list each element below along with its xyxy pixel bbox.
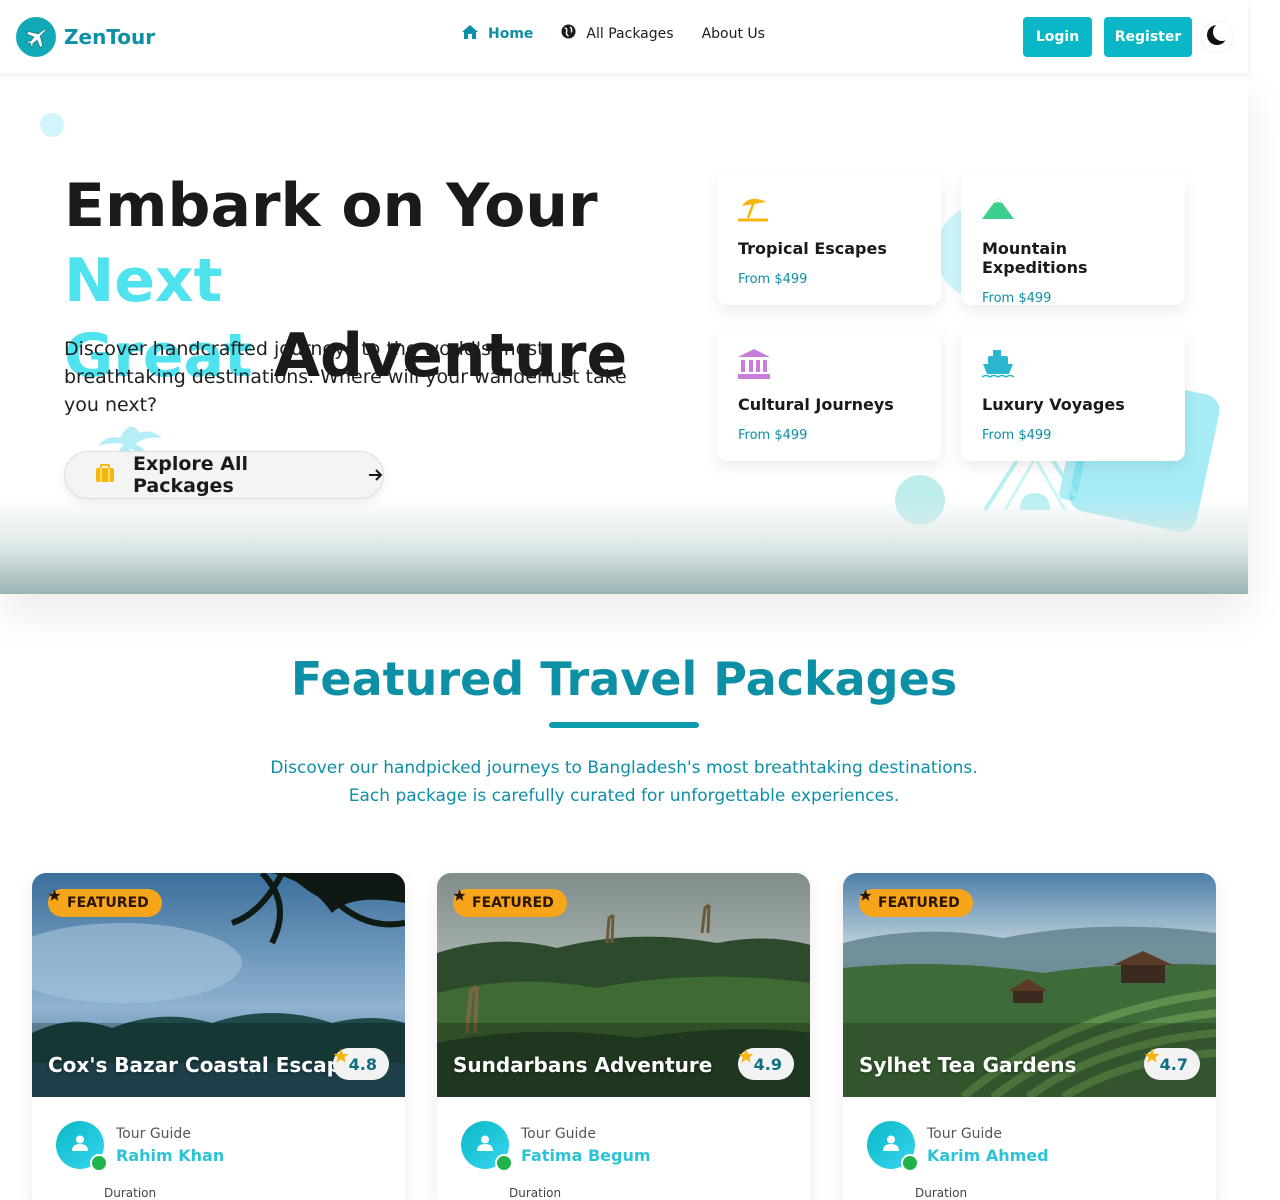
category-title: Mountain Expeditions (982, 239, 1088, 277)
theme-toggle-button[interactable] (1202, 22, 1232, 52)
hero-bottom-fade (0, 498, 1248, 594)
guide-label: Tour Guide (521, 1125, 596, 1142)
home-icon (462, 24, 478, 43)
decor-bubble (40, 113, 64, 137)
navbar: ZenTour Home All Packages About Us Login… (0, 0, 1248, 73)
package-card[interactable]: FEATURED Cox's Bazar Coastal Escape 4.8 … (32, 873, 405, 1200)
category-price: From $499 (738, 428, 808, 443)
package-image-beach: FEATURED Cox's Bazar Coastal Escape 4.8 (32, 873, 405, 1097)
description-line-2: Each package is carefully curated for un… (348, 786, 900, 806)
login-button[interactable]: Login (1023, 17, 1092, 57)
nav-home-label: Home (488, 25, 534, 42)
register-button[interactable]: Register (1104, 17, 1192, 57)
guide-label: Tour Guide (116, 1125, 191, 1142)
category-title: Cultural Journeys (738, 395, 894, 414)
rating-badge: 4.8 (332, 1048, 389, 1080)
rating-badge: 4.7 (1143, 1048, 1200, 1080)
category-price: From $499 (982, 291, 1052, 306)
explore-packages-label: Explore All Packages (133, 453, 249, 497)
globe-icon (561, 24, 576, 43)
nav-all-packages-label: All Packages (586, 25, 674, 42)
beach-umbrella-icon (738, 193, 920, 223)
category-card-mountain[interactable]: Mountain Expeditions From $499 (961, 173, 1185, 306)
guide-name[interactable]: Rahim Khan (116, 1146, 224, 1165)
duration-label: Duration (915, 1186, 968, 1200)
featured-section-description: Discover our handpicked journeys to Bang… (224, 754, 1024, 810)
user-icon (72, 1135, 88, 1155)
avatar (56, 1121, 108, 1172)
featured-badge: FEATURED (859, 889, 973, 917)
category-card-tropical[interactable]: Tropical Escapes From $499 (717, 173, 941, 305)
duration-label: Duration (509, 1186, 562, 1200)
description-line-1: Discover our handpicked journeys to Bang… (270, 758, 978, 778)
featured-badge-label: FEATURED (878, 895, 960, 911)
guide-name[interactable]: Fatima Begum (521, 1146, 651, 1165)
package-image-tea-gardens: FEATURED Sylhet Tea Gardens 4.7 (843, 873, 1216, 1097)
featured-section-title: Featured Travel Packages (290, 652, 958, 706)
nav-about-us-label: About Us (701, 25, 765, 42)
user-icon (477, 1135, 493, 1155)
package-image-sundarbans: FEATURED Sundarbans Adventure 4.9 (437, 873, 810, 1097)
arrow-right-icon (369, 464, 383, 486)
explore-packages-button[interactable]: Explore All Packages (64, 451, 384, 499)
category-card-luxury[interactable]: Luxury Voyages From $499 (961, 329, 1185, 461)
package-name: Sylhet Tea Gardens (859, 1053, 1077, 1077)
avatar (867, 1121, 919, 1172)
brand[interactable]: ZenTour (16, 17, 155, 57)
rating-badge: 4.9 (737, 1048, 794, 1080)
hero-section: Embark on Your Next Great Adventure Disco… (0, 73, 1248, 594)
rating-value: 4.8 (348, 1054, 377, 1074)
package-name: Sundarbans Adventure (453, 1053, 713, 1077)
online-status-dot (495, 1154, 513, 1172)
nav-home[interactable]: Home (462, 24, 534, 43)
suitcase-icon (95, 463, 115, 487)
category-price: From $499 (738, 272, 808, 287)
duration-label: Duration (104, 1186, 157, 1200)
tour-guide-info: Tour Guide Fatima Begum (461, 1121, 651, 1172)
landmark-icon (738, 349, 920, 379)
guide-label: Tour Guide (927, 1125, 1002, 1142)
featured-badge-label: FEATURED (67, 895, 149, 911)
package-card[interactable]: FEATURED Sylhet Tea Gardens 4.7 Tour Gui… (843, 873, 1216, 1200)
hero-subtitle: Discover handcrafted journeys to the wor… (64, 338, 627, 416)
category-title: Luxury Voyages (982, 395, 1125, 414)
category-title: Tropical Escapes (738, 239, 887, 258)
hero-title-part1: Embark on Your (64, 171, 598, 241)
mountain-icon (982, 193, 1164, 223)
tour-guide-info: Tour Guide Rahim Khan (56, 1121, 224, 1172)
hero-title-accent-next: Next (64, 246, 223, 316)
package-name: Cox's Bazar Coastal Escape (48, 1053, 355, 1077)
ship-icon (982, 349, 1164, 379)
brand-name: ZenTour (64, 25, 156, 49)
tour-guide-info: Tour Guide Karim Ahmed (867, 1121, 1049, 1172)
nav-all-packages[interactable]: All Packages (561, 24, 674, 43)
rating-value: 4.7 (1159, 1054, 1188, 1074)
guide-name[interactable]: Karim Ahmed (927, 1146, 1049, 1165)
category-card-cultural[interactable]: Cultural Journeys From $499 (717, 329, 941, 461)
featured-badge-label: FEATURED (472, 895, 554, 911)
online-status-dot (90, 1154, 108, 1172)
featured-badge: FEATURED (48, 889, 162, 917)
rating-value: 4.9 (753, 1054, 782, 1074)
title-underline (549, 722, 699, 728)
featured-badge: FEATURED (453, 889, 567, 917)
main-nav: Home All Packages About Us (462, 24, 765, 43)
airplane-icon (16, 17, 56, 57)
nav-about-us[interactable]: About Us (702, 26, 765, 42)
category-price: From $499 (982, 428, 1052, 443)
online-status-dot (901, 1154, 919, 1172)
package-card[interactable]: FEATURED Sundarbans Adventure 4.9 Tour G… (437, 873, 810, 1200)
avatar (461, 1121, 513, 1172)
user-icon (883, 1135, 899, 1155)
moon-icon (1206, 23, 1231, 50)
